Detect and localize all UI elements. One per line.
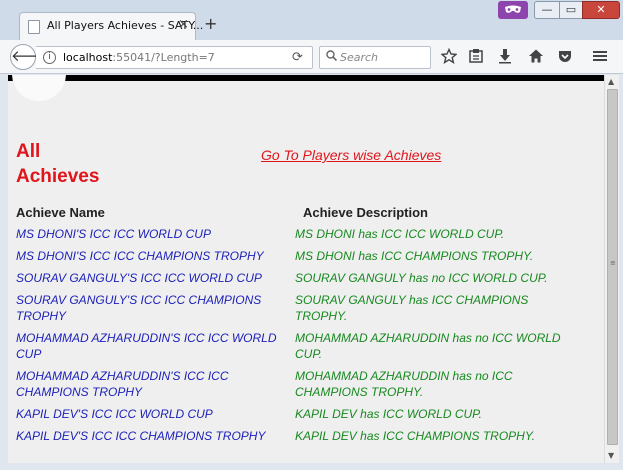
- search-input[interactable]: Search: [319, 46, 431, 69]
- window-maximize-button[interactable]: ▭: [559, 1, 583, 19]
- bookmark-star-icon[interactable]: [440, 47, 458, 66]
- page-title: All Achieves: [16, 141, 100, 187]
- search-icon: [326, 50, 338, 64]
- achieve-description-cell: KAPIL DEV has ICC WORLD CUP.: [295, 407, 482, 421]
- url-text[interactable]: localhost:55041/?Length=7: [63, 51, 215, 64]
- tab-close-icon[interactable]: ×: [178, 17, 189, 32]
- new-tab-button[interactable]: +: [204, 16, 217, 32]
- achieve-description-cell: MOHAMMAD AZHARUDDIN has no ICC WORLD CUP…: [295, 331, 561, 361]
- scroll-down-icon[interactable]: ▼: [608, 451, 614, 460]
- achieve-name-cell: KAPIL DEV'S ICC ICC WORLD CUP: [16, 407, 213, 421]
- scroll-thumb[interactable]: ≡: [607, 89, 618, 445]
- page-favicon-icon: [28, 20, 40, 34]
- achieve-name-cell: SOURAV GANGULY'S ICC ICC WORLD CUP: [16, 271, 262, 285]
- achieve-description-cell: SOURAV GANGULY has ICC CHAMPIONS TROPHY.: [295, 293, 529, 323]
- window-minimize-button[interactable]: —: [534, 1, 560, 19]
- search-placeholder: Search: [340, 51, 379, 64]
- achieve-name-cell: MOHAMMAD AZHARUDDIN'S ICC ICC CHAMPIONS …: [16, 369, 229, 399]
- vertical-scrollbar[interactable]: ▲ ≡ ▼: [604, 75, 619, 463]
- browser-titlebar: All Players Achieves - SATY... × + — ▭ ✕: [0, 0, 623, 40]
- navigation-toolbar: 🡐 i localhost:55041/?Length=7 ⟳ Search: [0, 40, 623, 74]
- private-browsing-icon: [498, 1, 528, 19]
- avatar: [12, 75, 66, 101]
- url-bar[interactable]: i localhost:55041/?Length=7 ⟳: [36, 46, 313, 69]
- achieve-description-cell: MS DHONI has ICC ICC WORLD CUP.: [295, 227, 505, 241]
- table-row: MS DHONI'S ICC ICC WORLD CUP MS DHONI has…: [8, 223, 598, 245]
- home-icon[interactable]: [527, 48, 545, 66]
- table-row: KAPIL DEV'S ICC ICC WORLD CUP KAPIL DEV h…: [8, 403, 598, 425]
- achieve-name-cell: MOHAMMAD AZHARUDDIN'S ICC ICC WORLD CUP: [16, 331, 277, 361]
- info-icon[interactable]: i: [43, 51, 56, 64]
- table-row: MS DHONI'S ICC ICC CHAMPIONS TROPHY MS DH…: [8, 245, 598, 267]
- achieve-name-cell: KAPIL DEV'S ICC ICC CHAMPIONS TROPHY: [16, 429, 266, 443]
- achieves-table: MS DHONI'S ICC ICC WORLD CUP MS DHONI has…: [8, 223, 598, 447]
- header-strip: [8, 75, 604, 81]
- achieve-description-cell: MOHAMMAD AZHARUDDIN has no ICC CHAMPIONS…: [295, 369, 513, 399]
- browser-tab[interactable]: All Players Achieves - SATY... ×: [19, 12, 203, 40]
- scroll-up-icon[interactable]: ▲: [608, 77, 614, 86]
- pocket-icon[interactable]: [556, 48, 574, 66]
- url-host: localhost: [63, 51, 113, 64]
- table-row: MOHAMMAD AZHARUDDIN'S ICC ICC WORLD CUP M…: [8, 327, 598, 365]
- achieve-description-cell: MS DHONI has ICC CHAMPIONS TROPHY.: [295, 249, 534, 263]
- page-content: All Achieves Go To Players wise Achieves…: [8, 75, 604, 463]
- achieve-description-cell: KAPIL DEV has ICC CHAMPIONS TROPHY.: [295, 429, 536, 443]
- download-icon[interactable]: [496, 48, 514, 66]
- table-row: MOHAMMAD AZHARUDDIN'S ICC ICC CHAMPIONS …: [8, 365, 598, 403]
- table-row: KAPIL DEV'S ICC ICC CHAMPIONS TROPHY KAPI…: [8, 425, 598, 447]
- scroll-grip-icon: ≡: [610, 259, 616, 267]
- table-row: SOURAV GANGULY'S ICC ICC WORLD CUP SOURAV…: [8, 267, 598, 289]
- window-close-button[interactable]: ✕: [582, 1, 620, 19]
- back-button[interactable]: 🡐: [10, 44, 51, 70]
- column-header-achieve-description: Achieve Description: [303, 205, 428, 220]
- menu-icon[interactable]: [591, 48, 609, 66]
- url-path: :55041/?Length=7: [112, 51, 215, 64]
- achieve-name-cell: MS DHONI'S ICC ICC CHAMPIONS TROPHY: [16, 249, 264, 263]
- table-row: SOURAV GANGULY'S ICC ICC CHAMPIONS TROPH…: [8, 289, 598, 327]
- players-wise-achieves-link[interactable]: Go To Players wise Achieves: [261, 147, 441, 163]
- reading-list-icon[interactable]: [467, 48, 485, 66]
- achieve-name-cell: SOURAV GANGULY'S ICC ICC CHAMPIONS TROPH…: [16, 293, 262, 323]
- achieve-name-cell: MS DHONI'S ICC ICC WORLD CUP: [16, 227, 211, 241]
- achieve-description-cell: SOURAV GANGULY has no ICC WORLD CUP.: [295, 271, 548, 285]
- reload-icon[interactable]: ⟳: [292, 50, 303, 65]
- column-header-achieve-name: Achieve Name: [16, 205, 105, 220]
